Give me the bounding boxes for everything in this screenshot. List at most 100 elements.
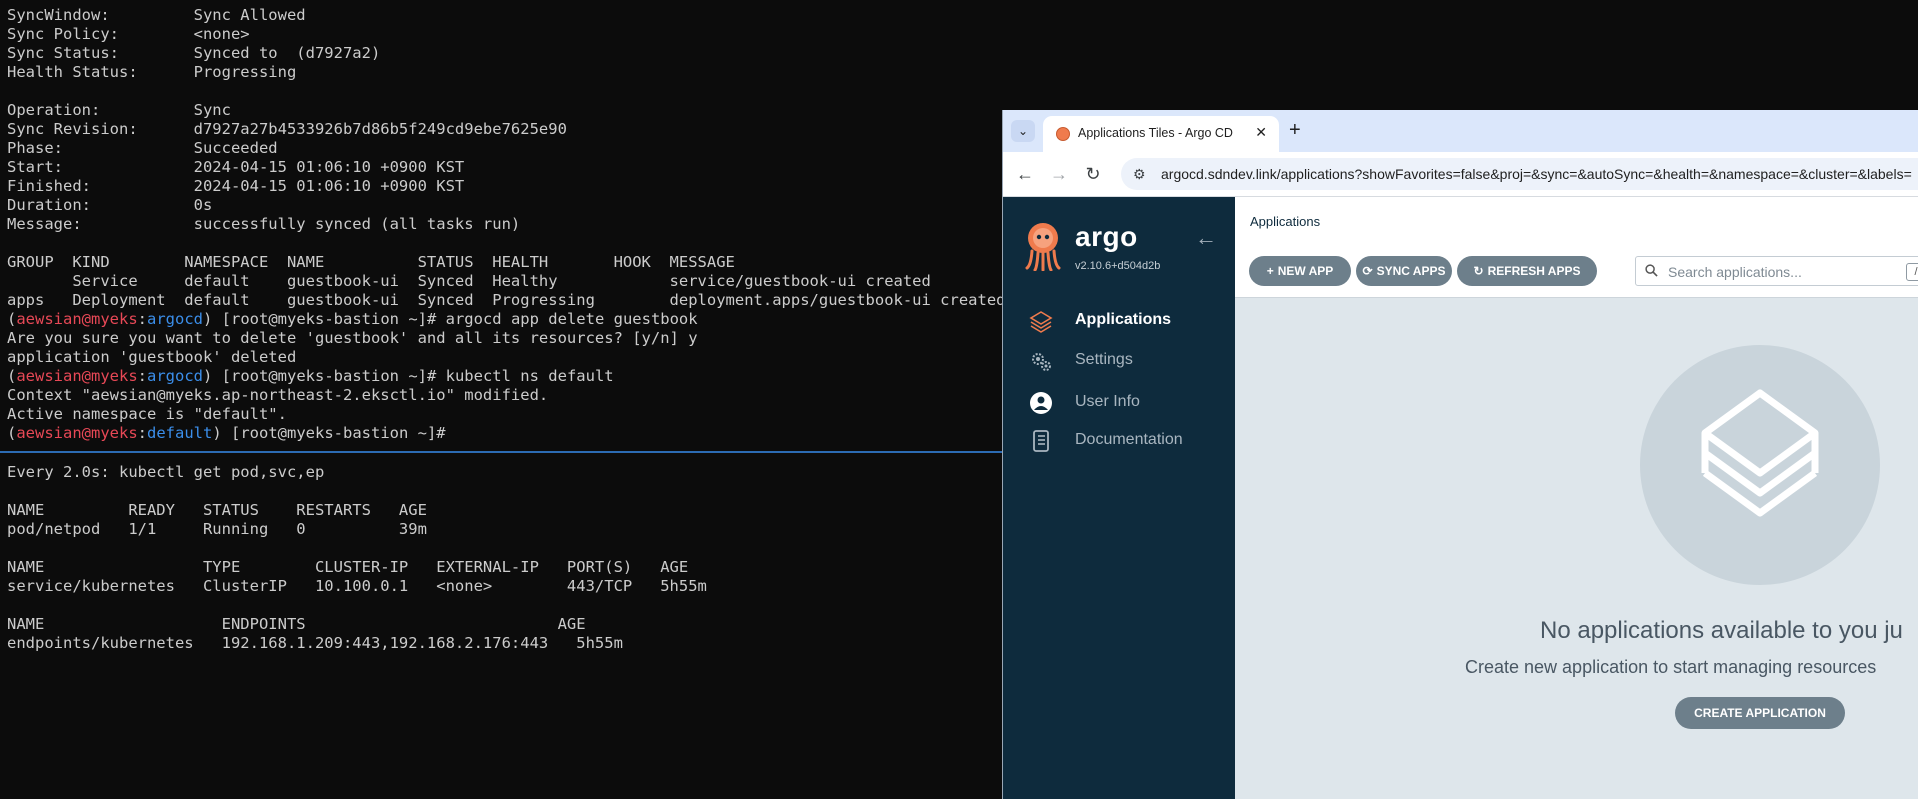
new-tab-button[interactable]: + [1289,118,1301,142]
new-app-button[interactable]: + NEW APP [1249,256,1351,286]
terminal-line: GROUP KIND NAMESPACE NAME STATUS HEALTH … [7,253,735,272]
terminal-text: Service default guestbook-ui Synced Heal… [7,272,931,290]
terminal-text: Sync Status: Synced to (d7927a2) [7,44,381,62]
terminal-text: NAME TYPE CLUSTER-IP EXTERNAL-IP PORT(S)… [7,558,689,576]
terminal-text: application 'guestbook' deleted [7,348,297,366]
terminal-text: GROUP KIND NAMESPACE NAME STATUS HEALTH … [7,253,735,271]
terminal-text: : [137,424,148,442]
brand-name: argo [1075,221,1138,252]
terminal-bottom-pane[interactable]: Every 2.0s: kubectl get pod,svc,ep NAME R… [0,454,1003,799]
layers-icon [1029,311,1053,333]
terminal-line: (aewsian@myeks:argocd) [root@myeks-basti… [7,310,698,329]
terminal-text: Health Status: Progressing [7,63,297,81]
terminal-text: SyncWindow: Sync Allowed [7,6,306,24]
terminal-line: NAME TYPE CLUSTER-IP EXTERNAL-IP PORT(S)… [7,558,688,577]
terminal-line: apps Deployment default guestbook-ui Syn… [7,291,1006,310]
terminal-line: Phase: Succeeded [7,139,278,158]
documentation-icon [1033,430,1049,452]
terminal-line: Sync Policy: <none> [7,25,250,44]
terminal-line: Service default guestbook-ui Synced Heal… [7,272,931,291]
tab-close-icon[interactable]: ✕ [1255,124,1267,141]
terminal-line: Message: successfully synced (all tasks … [7,215,520,234]
terminal-top-pane[interactable]: SyncWindow: Sync Allowed Sync Policy: <no… [0,0,1006,450]
terminal-text: pod/netpod 1/1 Running 0 39m [7,520,427,538]
terminal-line: Every 2.0s: kubectl get pod,svc,ep [7,463,324,482]
back-button[interactable]: ← [1013,162,1037,186]
browser-window: ⌄ Applications Tiles - Argo CD ✕ + ← → ↻… [1002,110,1918,799]
site-info-icon[interactable]: ⚙ [1133,166,1146,183]
terminal-text: NAME ENDPOINTS AGE [7,615,586,633]
browser-toolbar: ← → ↻ ⚙ argocd.sdndev.link/applications?… [1003,152,1918,197]
forward-button[interactable]: → [1047,162,1071,186]
prompt-user-host: aewsian@myeks [16,424,138,442]
terminal-text: : [137,367,148,385]
empty-state-illustration [1640,345,1880,585]
terminal-line: application 'guestbook' deleted [7,348,296,367]
argo-favicon-icon [1056,127,1070,141]
sidebar: argo v2.10.6+d504d2b ← Applications Sett… [1003,197,1235,799]
terminal-line: Are you sure you want to delete 'guestbo… [7,329,698,348]
prompt-user-host: aewsian@myeks [16,367,138,385]
terminal-text: Start: 2024-04-15 01:06:10 +0900 KST [7,158,465,176]
terminal-text: ( [7,424,17,442]
sidebar-item-user-info[interactable]: User Info [1029,389,1229,419]
terminal-text: ( [7,367,17,385]
gears-icon [1032,353,1051,371]
terminal-text: ) [root@myeks-bastion ~]# argocd app del… [203,310,698,328]
sync-apps-label: SYNC APPS [1376,264,1446,278]
refresh-icon: ↻ [1473,264,1484,278]
terminal-text: Context "aewsian@myeks.ap-northeast-2.ek… [7,386,549,404]
sync-apps-button[interactable]: ⟳ SYNC APPS [1356,256,1452,286]
sync-icon: ⟳ [1362,264,1373,278]
terminal-line: SyncWindow: Sync Allowed [7,6,306,25]
terminal-text: Phase: Succeeded [7,139,278,157]
tab-list-button[interactable]: ⌄ [1011,120,1035,142]
terminal-line: service/kubernetes ClusterIP 10.100.0.1 … [7,577,707,596]
terminal-text: ) [root@myeks-bastion ~]# [212,424,446,442]
refresh-apps-label: REFRESH APPS [1487,264,1581,278]
url-text[interactable]: argocd.sdndev.link/applications?showFavo… [1161,166,1912,182]
terminal-line: Sync Status: Synced to (d7927a2) [7,44,380,63]
search-icon [1645,264,1658,277]
prompt-context: default [147,424,213,442]
sidebar-item-documentation[interactable]: Documentation [1029,427,1229,457]
refresh-apps-button[interactable]: ↻ REFRESH APPS [1457,256,1597,286]
terminal-line: NAME READY STATUS RESTARTS AGE [7,501,427,520]
empty-state-subtitle: Create new application to start managing… [1465,657,1877,677]
terminal-line: Duration: 0s [7,196,212,215]
terminal-text: ) [root@myeks-bastion ~]# kubectl ns def… [203,367,614,385]
prompt-context: argocd [147,310,204,328]
terminal-text: service/kubernetes ClusterIP 10.100.0.1 … [7,577,707,595]
terminal-text: Sync Revision: d7927a27b4533926b7d86b5f2… [7,120,567,138]
search-input[interactable] [1666,261,1900,283]
sidebar-item-label: Settings [1075,351,1133,368]
tab-title: Applications Tiles - Argo CD [1078,126,1233,140]
terminal-line: Context "aewsian@myeks.ap-northeast-2.ek… [7,386,548,405]
reload-button[interactable]: ↻ [1081,162,1105,186]
collapse-sidebar-icon[interactable]: ← [1195,225,1217,251]
page-top-bar: Applications + NEW APP ⟳ SYNC APPS ↻ REFRES… [1235,197,1918,298]
user-icon [1030,392,1052,414]
terminal-line: Finished: 2024-04-15 01:06:10 +0900 KST [7,177,464,196]
terminal-text: Message: successfully synced (all tasks … [7,215,521,233]
terminal-line: Health Status: Progressing [7,63,296,82]
sidebar-item-settings[interactable]: Settings [1029,347,1229,377]
argo-octopus-logo-icon[interactable] [1023,221,1063,271]
page-title: Applications [1250,214,1321,229]
terminal-line: Active namespace is "default". [7,405,287,424]
search-box[interactable]: / [1635,256,1918,286]
sidebar-item-applications[interactable]: Applications [1029,307,1229,337]
terminal-text: Sync Policy: <none> [7,25,250,43]
terminal-line: NAME ENDPOINTS AGE [7,615,586,634]
search-shortcut-key: / [1906,263,1918,281]
empty-state-title: No applications available to you ju [1540,617,1903,644]
main-content: Applications + NEW APP ⟳ SYNC APPS ↻ REFRES… [1235,197,1918,799]
sidebar-item-label: User Info [1075,393,1140,410]
create-application-button[interactable]: CREATE APPLICATION [1675,697,1845,729]
terminal-text: : [137,310,148,328]
terminal-line: Start: 2024-04-15 01:06:10 +0900 KST [7,158,464,177]
address-bar[interactable]: ⚙ argocd.sdndev.link/applications?showFa… [1121,158,1918,190]
tab-argocd[interactable]: Applications Tiles - Argo CD ✕ [1043,116,1279,152]
terminal-line: endpoints/kubernetes 192.168.1.209:443,1… [7,634,623,653]
pane-divider[interactable] [0,451,1003,453]
